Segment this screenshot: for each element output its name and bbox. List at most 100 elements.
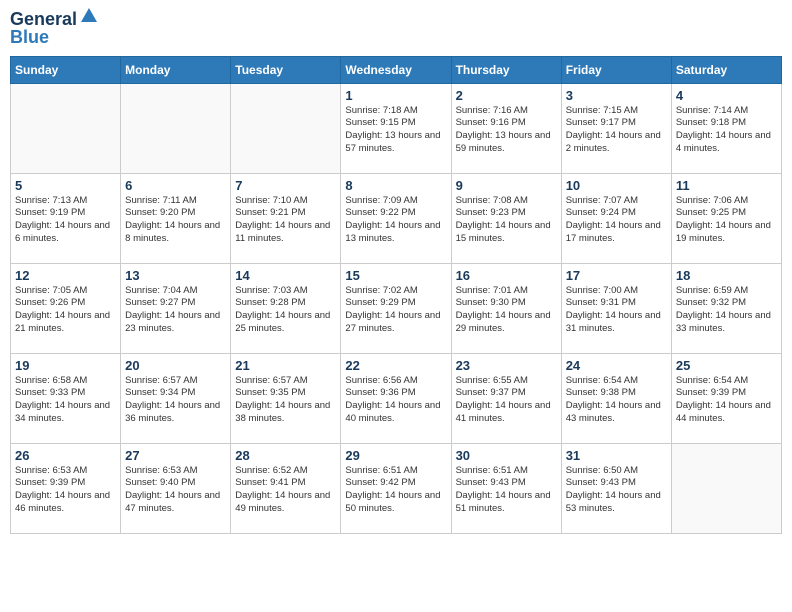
- cell-text-line: Daylight: 14 hours and 51 minutes.: [456, 490, 557, 516]
- cell-text-line: Sunset: 9:20 PM: [125, 207, 226, 220]
- calendar-cell: 19Sunrise: 6:58 AMSunset: 9:33 PMDayligh…: [11, 353, 121, 443]
- cell-text-line: Sunset: 9:36 PM: [345, 387, 446, 400]
- calendar-cell: 22Sunrise: 6:56 AMSunset: 9:36 PMDayligh…: [341, 353, 451, 443]
- day-number: 10: [566, 178, 667, 193]
- day-number: 7: [235, 178, 336, 193]
- cell-text-line: Daylight: 13 hours and 59 minutes.: [456, 130, 557, 156]
- cell-text-line: Daylight: 14 hours and 4 minutes.: [676, 130, 777, 156]
- cell-text-line: Sunset: 9:33 PM: [15, 387, 116, 400]
- day-number: 11: [676, 178, 777, 193]
- cell-text-line: Sunset: 9:18 PM: [676, 117, 777, 130]
- logo: General Blue: [10, 10, 99, 48]
- cell-text-line: Sunrise: 7:11 AM: [125, 195, 226, 208]
- calendar-table: SundayMondayTuesdayWednesdayThursdayFrid…: [10, 56, 782, 534]
- day-number: 8: [345, 178, 446, 193]
- calendar-cell: 10Sunrise: 7:07 AMSunset: 9:24 PMDayligh…: [561, 173, 671, 263]
- cell-text-line: Sunrise: 6:57 AM: [125, 375, 226, 388]
- cell-text-line: Sunset: 9:27 PM: [125, 297, 226, 310]
- calendar-cell: 30 Sunrise: 6:51 AMSunset: 9:43 PMDayligh…: [451, 443, 561, 533]
- cell-text-line: Daylight: 14 hours and 53 minutes.: [566, 490, 667, 516]
- calendar-cell: 16Sunrise: 7:01 AMSunset: 9:30 PMDayligh…: [451, 263, 561, 353]
- day-number: 20: [125, 358, 226, 373]
- cell-text-line: Sunrise: 6:51 AM: [456, 465, 557, 478]
- calendar-cell: 25Sunrise: 6:54 AMSunset: 9:39 PMDayligh…: [671, 353, 781, 443]
- calendar-cell: 24 Sunrise: 6:54 AMSunset: 9:38 PMDayligh…: [561, 353, 671, 443]
- cell-text-line: Daylight: 14 hours and 29 minutes.: [456, 310, 557, 336]
- cell-text-line: Sunset: 9:16 PM: [456, 117, 557, 130]
- cell-text-line: Daylight: 14 hours and 25 minutes.: [235, 310, 336, 336]
- calendar-cell: [121, 83, 231, 173]
- day-number: 4: [676, 88, 777, 103]
- cell-text-line: Sunset: 9:25 PM: [676, 207, 777, 220]
- cell-text-line: Sunset: 9:34 PM: [125, 387, 226, 400]
- cell-text-line: Sunrise: 6:53 AM: [125, 465, 226, 478]
- calendar-cell: 31Sunrise: 6:50 AMSunset: 9:43 PMDayligh…: [561, 443, 671, 533]
- cell-text-line: Sunrise: 7:15 AM: [566, 105, 667, 118]
- calendar-cell: 23Sunrise: 6:55 AMSunset: 9:37 PMDayligh…: [451, 353, 561, 443]
- calendar-cell: [231, 83, 341, 173]
- cell-text-line: Sunrise: 6:54 AM: [566, 375, 667, 388]
- cell-text-line: Sunset: 9:43 PM: [456, 477, 557, 490]
- logo-subtext: Blue: [10, 28, 99, 48]
- calendar-week-row: 5 Sunrise: 7:13 AMSunset: 9:19 PM Daylight…: [11, 173, 782, 263]
- calendar-cell: [11, 83, 121, 173]
- cell-text-line: Sunrise: 6:56 AM: [345, 375, 446, 388]
- calendar-cell: 29Sunrise: 6:51 AMSunset: 9:42 PMDayligh…: [341, 443, 451, 533]
- cell-text-line: Daylight: 14 hours and 8 minutes.: [125, 220, 226, 246]
- day-number: 16: [456, 268, 557, 283]
- calendar-week-row: 1Sunrise: 7:18 AMSunset: 9:15 PMDaylight…: [11, 83, 782, 173]
- cell-text-line: Sunrise: 7:07 AM: [566, 195, 667, 208]
- cell-text-line: Daylight: 14 hours and 40 minutes.: [345, 400, 446, 426]
- day-header-saturday: Saturday: [671, 56, 781, 83]
- cell-text-line: Daylight: 14 hours and 33 minutes.: [676, 310, 777, 336]
- cell-text-line: Sunrise: 6:54 AM: [676, 375, 777, 388]
- cell-text-line: Sunrise: 7:14 AM: [676, 105, 777, 118]
- cell-text-line: Sunset: 9:40 PM: [125, 477, 226, 490]
- cell-text-line: Daylight: 14 hours and 11 minutes.: [235, 220, 336, 246]
- cell-text-line: Sunset: 9:38 PM: [566, 387, 667, 400]
- day-number: 6: [125, 178, 226, 193]
- cell-text-line: Daylight: 14 hours and 17 minutes.: [566, 220, 667, 246]
- calendar-cell: 8Sunrise: 7:09 AMSunset: 9:22 PMDaylight…: [341, 173, 451, 263]
- cell-text-line: Sunrise: 7:13 AM: [15, 195, 116, 208]
- day-number: 17: [566, 268, 667, 283]
- cell-text-line: Sunset: 9:37 PM: [456, 387, 557, 400]
- cell-text-line: Sunrise: 7:00 AM: [566, 285, 667, 298]
- day-number: 5: [15, 178, 116, 193]
- day-number: 24: [566, 358, 667, 373]
- cell-text-line: Sunrise: 6:51 AM: [345, 465, 446, 478]
- cell-text-line: Sunset: 9:31 PM: [566, 297, 667, 310]
- day-header-thursday: Thursday: [451, 56, 561, 83]
- cell-text-line: Sunrise: 6:59 AM: [676, 285, 777, 298]
- calendar-cell: 17Sunrise: 7:00 AMSunset: 9:31 PMDayligh…: [561, 263, 671, 353]
- day-number: 30: [456, 448, 557, 463]
- cell-text-line: Sunrise: 7:01 AM: [456, 285, 557, 298]
- cell-text-line: Sunrise: 6:55 AM: [456, 375, 557, 388]
- cell-text-line: Daylight: 14 hours and 41 minutes.: [456, 400, 557, 426]
- calendar-cell: 3Sunrise: 7:15 AMSunset: 9:17 PMDaylight…: [561, 83, 671, 173]
- cell-text-line: Sunrise: 7:10 AM: [235, 195, 336, 208]
- calendar-cell: 4 Sunrise: 7:14 AMSunset: 9:18 PMDaylight…: [671, 83, 781, 173]
- cell-text-line: Daylight: 14 hours and 47 minutes.: [125, 490, 226, 516]
- day-header-tuesday: Tuesday: [231, 56, 341, 83]
- day-number: 2: [456, 88, 557, 103]
- cell-text-line: Sunset: 9:19 PM: [15, 207, 116, 220]
- day-number: 26: [15, 448, 116, 463]
- cell-text-line: Daylight: 14 hours and 36 minutes.: [125, 400, 226, 426]
- cell-text-line: Sunset: 9:22 PM: [345, 207, 446, 220]
- cell-text-line: Daylight: 14 hours and 27 minutes.: [345, 310, 446, 336]
- cell-text-line: Sunrise: 7:09 AM: [345, 195, 446, 208]
- cell-text-line: Sunrise: 7:02 AM: [345, 285, 446, 298]
- calendar-cell: 5Sunrise: 7:13 AMSunset: 9:19 PMDaylight…: [11, 173, 121, 263]
- day-number: 27: [125, 448, 226, 463]
- cell-text-line: Sunset: 9:39 PM: [15, 477, 116, 490]
- calendar-cell: 2Sunrise: 7:16 AMSunset: 9:16 PMDaylight…: [451, 83, 561, 173]
- cell-text-line: Daylight: 14 hours and 43 minutes.: [566, 400, 667, 426]
- cell-text-line: Daylight: 14 hours and 50 minutes.: [345, 490, 446, 516]
- day-number: 19: [15, 358, 116, 373]
- cell-text-line: Daylight: 14 hours and 44 minutes.: [676, 400, 777, 426]
- cell-text-line: Sunrise: 6:57 AM: [235, 375, 336, 388]
- day-number: 28: [235, 448, 336, 463]
- cell-text-line: Sunrise: 7:03 AM: [235, 285, 336, 298]
- calendar-cell: 18Sunrise: 6:59 AMSunset: 9:32 PMDayligh…: [671, 263, 781, 353]
